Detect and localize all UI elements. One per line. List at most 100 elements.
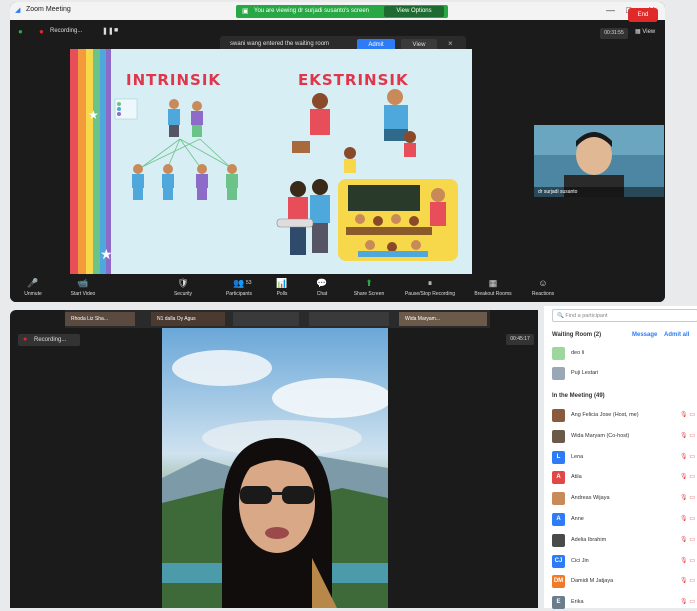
avatar: L	[552, 450, 565, 464]
avatar	[552, 347, 565, 360]
avatar: E	[552, 596, 565, 610]
participant-row[interactable]: DM Damidi M Jatjaya 🎙 ▭	[552, 573, 697, 590]
participants-button[interactable]: 👥 53 Participants	[210, 277, 268, 302]
recording-dot-icon: ●	[23, 336, 28, 343]
toolbar-label: Breakout Rooms	[474, 291, 512, 297]
thumbnail-video[interactable]: Wida Maryam...	[399, 312, 487, 326]
participant-row[interactable]: Wida Maryam (Co-host) 🎙 ▭	[552, 428, 697, 445]
breakout-icon: ▦	[488, 278, 498, 288]
minimize-button[interactable]: —	[606, 5, 615, 15]
close-notification-icon[interactable]: ×	[448, 39, 453, 48]
participant-row[interactable]: E Erika 🎙 ▭	[552, 594, 697, 611]
participant-row[interactable]: Ang Felicia Jose (Host, me) 🎙 ▭	[552, 407, 697, 424]
pause-stop-recording-button[interactable]: ⏸ Pause/Stop Recording	[398, 277, 462, 302]
svg-text:★: ★	[88, 108, 99, 122]
participant-row[interactable]: deo li	[552, 345, 697, 362]
waiting-room-title[interactable]: Waiting Room (2)	[552, 332, 601, 338]
participant-row[interactable]: CJ Cici Jin 🎙 ▭	[552, 553, 697, 570]
in-meeting-title[interactable]: In the Meeting (49)	[552, 393, 605, 399]
thumbnail-video[interactable]	[309, 312, 389, 326]
avatar: DM	[552, 575, 565, 589]
polls-icon: 📊	[276, 278, 288, 288]
thumbnail-strip: Rhoda Liz Sha... N1 dalla Oy Agus Wida M…	[65, 310, 490, 328]
share-screen-button[interactable]: ⬆ Share Screen	[340, 277, 398, 302]
grid-icon: ▦	[635, 29, 641, 35]
participants-panel: 🔍 Find a participant Waiting Room (2) Me…	[544, 306, 697, 611]
search-icon: 🔍	[557, 313, 564, 319]
meeting-toolbar: 🎤 Unmute 📹 Start Video 🛡 Security 👥 53 Participa…	[10, 277, 665, 302]
participant-name: Cici Jin	[571, 557, 589, 564]
mic-video-muted-icon: 🎙 ▭	[680, 578, 695, 585]
share-screen-icon: ⬆	[365, 278, 373, 288]
participant-name: Andreas Wijaya	[571, 495, 610, 502]
avatar	[552, 409, 565, 422]
avatar: A	[552, 471, 565, 485]
toolbar-label: Pause/Stop Recording	[404, 291, 456, 297]
participant-name: Atila	[571, 474, 582, 481]
meeting-timer: 00:45:17	[506, 334, 534, 345]
slide-heading-ekstrinsik: EKSTRINSIK	[298, 71, 409, 89]
admit-all-link[interactable]: Admit all	[664, 332, 689, 338]
breakout-rooms-button[interactable]: ▦ Breakout Rooms	[464, 277, 522, 302]
mic-video-muted-icon: 🎙 ▭	[680, 599, 695, 606]
pause-recording-icon[interactable]: ❚❚	[102, 27, 114, 35]
participant-row[interactable]: Andreas Wijaya 🎙 ▭	[552, 490, 697, 507]
main-participant-video[interactable]	[162, 328, 388, 608]
meeting-timer: 00:31:55	[600, 28, 628, 39]
view-layout-button[interactable]: ▦ View	[635, 28, 655, 35]
shared-screen-window: ◢ Zoom Meeting ▣ You are viewing dr surj…	[10, 2, 665, 302]
title-bar: ◢ Zoom Meeting ▣ You are viewing dr surj…	[10, 2, 665, 20]
reactions-button[interactable]: ☺ Reactions	[518, 277, 568, 302]
security-shield-icon: ●	[18, 27, 23, 36]
avatar	[552, 367, 565, 380]
participant-name: Adelia Ibrahim	[571, 536, 607, 543]
view-options-button[interactable]: View Options	[384, 6, 444, 17]
slide-heading-intrinsik: INTRINSIK	[126, 71, 222, 89]
rainbow-decoration: ★ ★	[70, 49, 113, 274]
participant-name: Ang Felicia Jose (Host, me)	[571, 412, 639, 418]
speaker-name-label: dr surjadi susanto	[534, 187, 664, 197]
recording-label: Recording...	[50, 28, 83, 34]
active-speaker-video[interactable]: dr surjadi susanto	[534, 125, 664, 197]
toolbar-label: Reactions	[531, 291, 555, 297]
recording-indicator: ● Recording...	[18, 334, 80, 346]
participant-count: 53	[246, 280, 252, 286]
end-meeting-button[interactable]: End	[628, 8, 658, 22]
toolbar-label: Participants	[225, 291, 253, 297]
participant-name: Erika	[571, 599, 584, 606]
participant-row[interactable]: A Atila 🎙 ▭	[552, 469, 697, 486]
mic-video-muted-icon: 🎙 ▭	[680, 474, 695, 481]
toolbar-label: Security	[173, 291, 193, 297]
avatar	[552, 533, 565, 547]
participant-row[interactable]: Adelia Ibrahim 🎙 ▭	[552, 532, 697, 549]
stop-recording-icon[interactable]: ■	[114, 27, 118, 34]
participant-row[interactable]: Puji Lestari	[552, 365, 697, 382]
thumbnail-video[interactable]: N1 dalla Oy Agus	[151, 312, 225, 326]
toolbar-label: Polls	[276, 291, 288, 297]
start-video-button[interactable]: 📹 Start Video	[54, 277, 112, 302]
record-icon: ⏸	[427, 278, 433, 288]
avatar	[552, 492, 565, 506]
view-options-label: View Options	[396, 8, 432, 14]
chat-button[interactable]: 💬 Chat	[302, 277, 342, 302]
avatar	[552, 429, 565, 443]
participant-name: deo li	[571, 350, 585, 356]
mic-video-muted-icon: 🎙 ▭	[680, 557, 695, 564]
mic-video-muted-icon: 🎙 ▭	[680, 453, 695, 460]
participant-row[interactable]: L Lena 🎙 ▭	[552, 449, 697, 466]
share-banner: ▣ You are viewing dr surjadi susanto's s…	[236, 5, 448, 18]
polls-button[interactable]: 📊 Polls	[262, 277, 302, 302]
thumbnail-label: Rhoda Liz Sha...	[71, 316, 108, 322]
thumbnail-video[interactable]: Rhoda Liz Sha...	[65, 312, 135, 326]
thumbnail-video[interactable]	[233, 312, 299, 326]
search-participant-input[interactable]: 🔍 Find a participant	[552, 309, 697, 322]
mic-video-muted-icon: 🎙 ▭	[680, 432, 695, 439]
message-link[interactable]: Message	[632, 332, 657, 338]
svg-text:★: ★	[100, 246, 113, 262]
participant-row[interactable]: A Anne 🎙 ▭	[552, 511, 697, 528]
security-button[interactable]: 🛡 Security	[154, 277, 212, 302]
mic-video-muted-icon: 🎙 ▭	[680, 495, 695, 502]
search-placeholder: Find a participant	[565, 313, 608, 319]
mic-video-muted-icon: 🎙 ▭	[680, 412, 695, 418]
participant-name: Lena	[571, 453, 584, 460]
